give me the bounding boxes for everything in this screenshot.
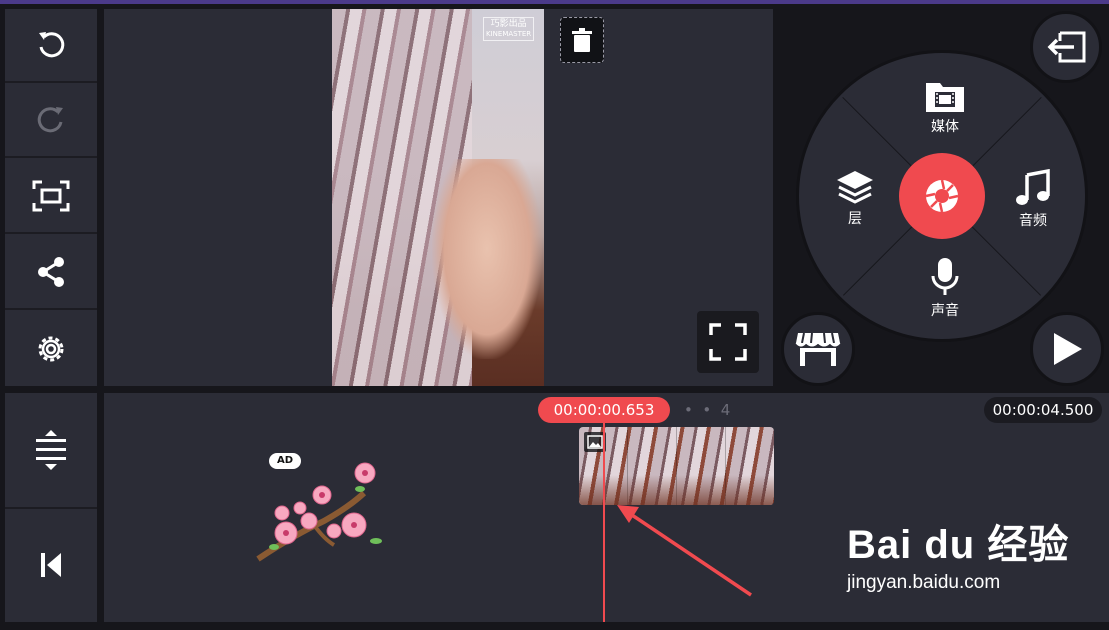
video-preview[interactable]: 巧影出品 KINEMASTER [332, 9, 544, 386]
layers-icon [837, 171, 873, 204]
video-clip[interactable] [579, 427, 774, 505]
media-button[interactable]: 媒体 [905, 79, 985, 136]
page-indicator: • • 4 [684, 401, 731, 419]
record-button[interactable] [899, 153, 985, 239]
store-icon [795, 332, 841, 366]
baidu-jingyan-watermark: Bai du 经验 jingyan.baidu.com [847, 512, 1069, 594]
media-wheel: 媒体 层 音频 声音 [796, 50, 1088, 342]
watermark-line-1: 巧影出品 [490, 19, 527, 29]
fullscreen-button[interactable] [697, 311, 759, 373]
undo-icon [39, 32, 65, 58]
aspect-ratio-button[interactable] [5, 160, 97, 234]
settings-gear-icon [38, 336, 64, 362]
exit-button[interactable] [1030, 11, 1102, 83]
play-icon [1054, 333, 1082, 365]
voice-button[interactable]: 声音 [905, 257, 985, 320]
baidu-url: jingyan.baidu.com [847, 572, 1001, 593]
layer-label: 层 [848, 211, 862, 227]
trash-icon [572, 28, 592, 52]
total-time-badge: 00:00:04.500 [984, 397, 1102, 423]
kinemaster-watermark: 巧影出品 KINEMASTER [483, 17, 535, 41]
skip-to-start-icon [41, 553, 61, 577]
asset-store-button[interactable] [781, 312, 855, 386]
settings-button[interactable] [5, 312, 97, 386]
cherry-blossom-ad-image[interactable] [254, 455, 386, 563]
playhead[interactable] [603, 419, 605, 622]
window-top-border [0, 0, 1109, 4]
baidu-logo-text: Bai du 经验 [847, 523, 1070, 567]
fullscreen-icon [709, 323, 747, 361]
annotation-arrow [617, 505, 752, 597]
media-folder-icon [926, 83, 964, 112]
camera-aperture-icon [925, 179, 959, 213]
page-number: 4 [720, 401, 731, 419]
music-note-icon [1016, 169, 1050, 205]
play-button[interactable] [1030, 312, 1104, 386]
audio-button[interactable]: 音频 [993, 169, 1073, 230]
media-label: 媒体 [931, 119, 959, 135]
preview-panel: 巧影出品 KINEMASTER [104, 9, 773, 386]
timeline-expand-button[interactable] [5, 393, 97, 509]
share-button[interactable] [5, 236, 97, 310]
voice-label: 声音 [931, 303, 959, 319]
exit-icon [1047, 31, 1086, 63]
video-frame-hand [432, 159, 542, 359]
redo-icon [37, 107, 63, 133]
delete-watermark-button[interactable] [560, 17, 604, 63]
layer-button[interactable]: 层 [815, 169, 895, 228]
timeline-toolbar [5, 393, 97, 622]
expand-tracks-icon [36, 430, 66, 470]
microphone-icon [931, 258, 959, 295]
audio-label: 音频 [1019, 213, 1047, 229]
share-icon [38, 257, 64, 287]
watermark-line-2: KINEMASTER [486, 30, 532, 38]
redo-button[interactable] [5, 84, 97, 158]
left-toolbar [5, 9, 97, 386]
aspect-ratio-icon [32, 180, 70, 212]
undo-button[interactable] [5, 9, 97, 83]
jump-to-start-button[interactable] [5, 508, 97, 622]
image-icon [587, 435, 603, 449]
